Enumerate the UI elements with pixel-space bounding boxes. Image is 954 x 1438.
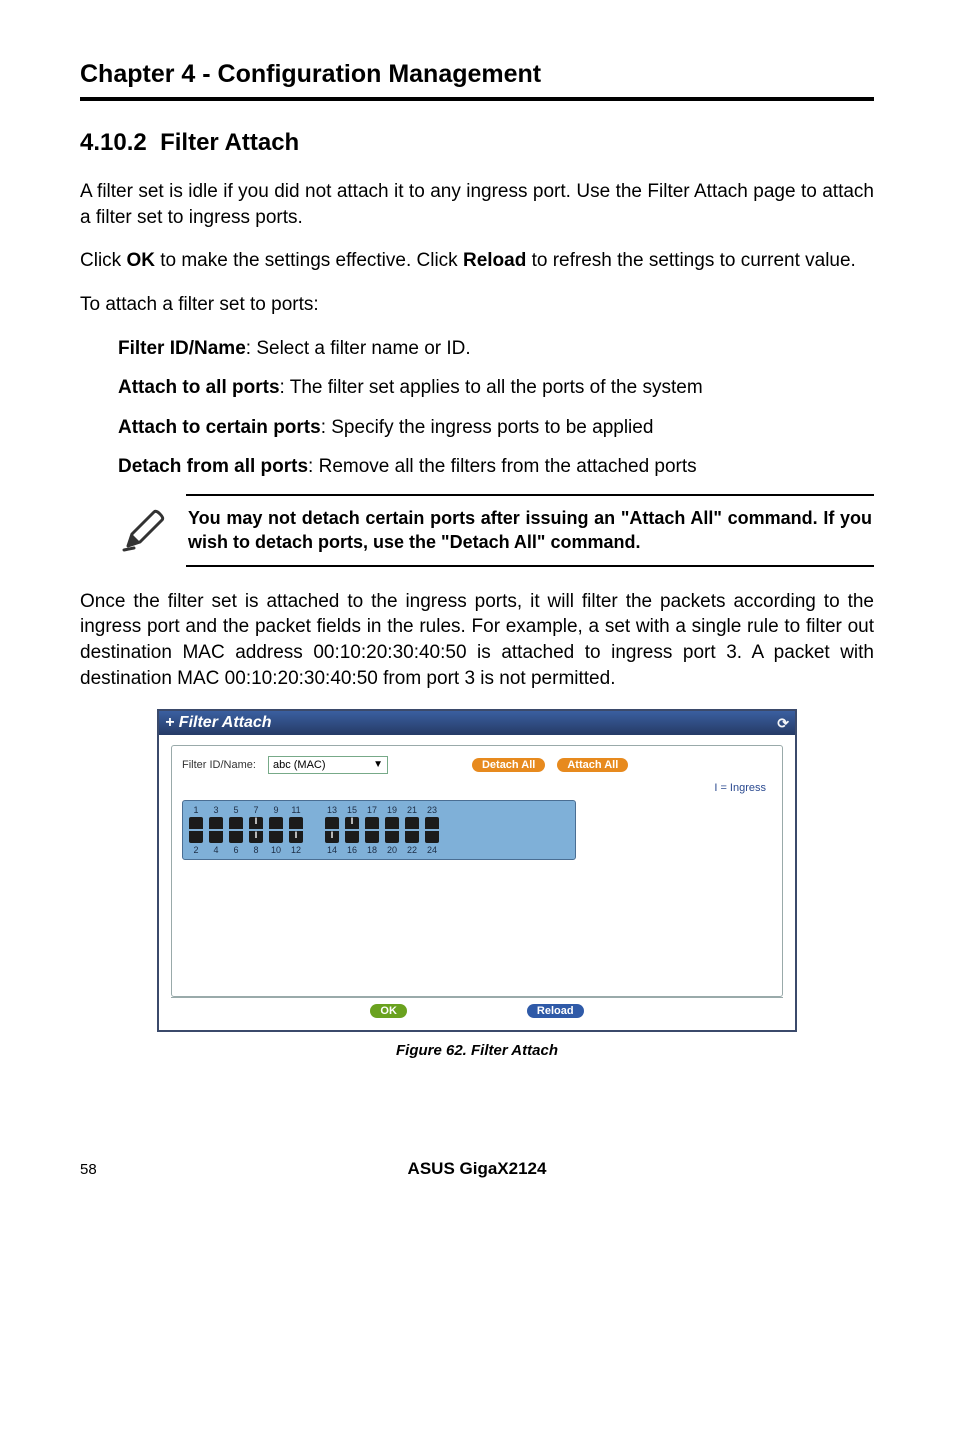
page-number: 58 <box>80 1161 140 1178</box>
divider <box>80 97 874 101</box>
term: Attach to certain ports <box>118 417 321 438</box>
attach-all-button[interactable]: Attach All <box>557 758 628 772</box>
port[interactable] <box>229 831 243 843</box>
port[interactable] <box>425 817 439 829</box>
book-title: ASUS GigaX2124 <box>140 1159 814 1179</box>
filter-id-label: Filter ID/Name: <box>182 759 256 771</box>
port[interactable] <box>249 831 263 843</box>
note: You may not detach certain ports after i… <box>120 494 874 567</box>
paragraph: Click OK to make the settings effective.… <box>80 248 874 274</box>
refresh-icon[interactable]: ⟳ <box>777 715 789 732</box>
desc: : Select a filter name or ID. <box>246 338 471 359</box>
reload-button[interactable]: Reload <box>527 1004 584 1018</box>
port[interactable] <box>325 831 339 843</box>
port[interactable] <box>345 831 359 843</box>
list-item: Attach to all ports: The filter set appl… <box>118 375 874 401</box>
inline-bold: Reload <box>463 250 526 271</box>
port[interactable] <box>365 831 379 843</box>
list-item: Filter ID/Name: Select a filter name or … <box>118 336 874 362</box>
port[interactable] <box>345 817 359 829</box>
port[interactable] <box>229 817 243 829</box>
port[interactable] <box>269 817 283 829</box>
port-grid: 135791124681012131517192123141618202224 <box>182 800 576 860</box>
inline-bold: OK <box>126 250 155 271</box>
app-window: + Filter Attach ⟳ Filter ID/Name: abc (M… <box>157 709 797 1032</box>
term: Filter ID/Name <box>118 338 246 359</box>
list-item: Attach to certain ports: Specify the ing… <box>118 415 874 441</box>
note-text: You may not detach certain ports after i… <box>186 494 874 567</box>
desc: : Specify the ingress ports to be applie… <box>321 417 654 438</box>
desc: : Remove all the filters from the attach… <box>308 456 697 477</box>
port[interactable] <box>385 831 399 843</box>
port[interactable] <box>189 817 203 829</box>
port[interactable] <box>249 817 263 829</box>
port[interactable] <box>425 831 439 843</box>
port[interactable] <box>289 831 303 843</box>
dialog-footer: OK Reload <box>171 997 783 1024</box>
figure-caption: Figure 62. Filter Attach <box>157 1042 797 1059</box>
chapter-title: Chapter 4 - Configuration Management <box>80 60 874 89</box>
paragraph: Once the filter set is attached to the i… <box>80 589 874 692</box>
port[interactable] <box>405 831 419 843</box>
port[interactable] <box>269 831 283 843</box>
port[interactable] <box>209 817 223 829</box>
ok-button[interactable]: OK <box>370 1004 407 1018</box>
section-heading: 4.10.2 Filter Attach <box>80 129 874 157</box>
desc: : The filter set applies to all the port… <box>280 377 703 398</box>
window-title: + Filter Attach <box>165 714 272 732</box>
legend: I = Ingress <box>182 782 766 794</box>
page-footer: 58 ASUS GigaX2124 <box>80 1159 874 1179</box>
port[interactable] <box>385 817 399 829</box>
port[interactable] <box>189 831 203 843</box>
chevron-down-icon: ▼ <box>373 760 383 770</box>
figure: + Filter Attach ⟳ Filter ID/Name: abc (M… <box>157 709 797 1059</box>
port[interactable] <box>289 817 303 829</box>
panel: Filter ID/Name: abc (MAC) ▼ Detach All A… <box>171 745 783 997</box>
port[interactable] <box>325 817 339 829</box>
list-item: Detach from all ports: Remove all the fi… <box>118 454 874 480</box>
port[interactable] <box>405 817 419 829</box>
port[interactable] <box>365 817 379 829</box>
term: Detach from all ports <box>118 456 308 477</box>
port[interactable] <box>209 831 223 843</box>
definition-list: Filter ID/Name: Select a filter name or … <box>118 336 874 481</box>
term: Attach to all ports <box>118 377 280 398</box>
paragraph: To attach a filter set to ports: <box>80 292 874 318</box>
select-value: abc (MAC) <box>273 759 326 771</box>
paragraph: A filter set is idle if you did not atta… <box>80 179 874 230</box>
detach-all-button[interactable]: Detach All <box>472 758 545 772</box>
pencil-icon <box>120 494 170 559</box>
section-number: 4.10.2 <box>80 129 147 156</box>
section-title: Filter Attach <box>160 129 299 156</box>
title-bar: + Filter Attach ⟳ <box>159 711 795 735</box>
filter-id-select[interactable]: abc (MAC) ▼ <box>268 756 388 774</box>
